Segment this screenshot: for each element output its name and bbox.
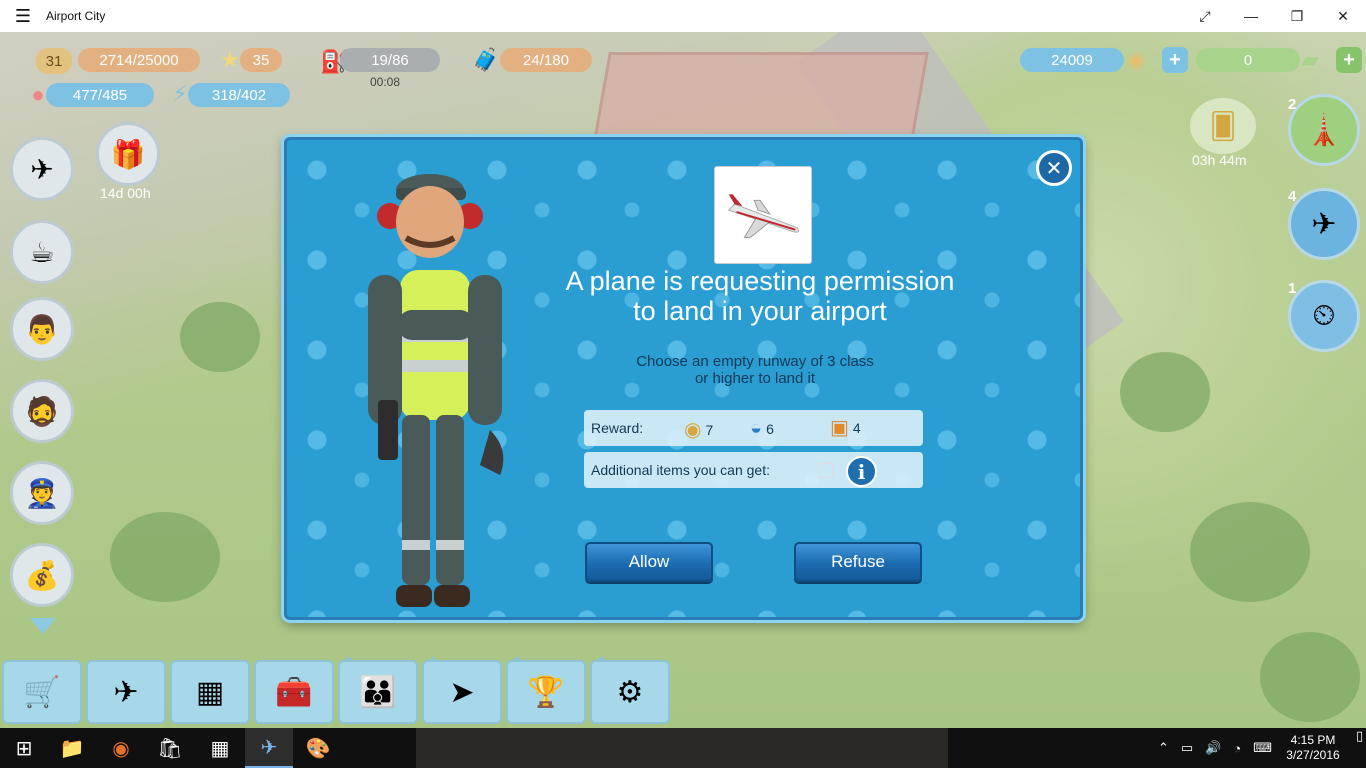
reward-passengers-value: 6 — [766, 420, 774, 437]
level-badge: 31 — [36, 48, 72, 74]
character-avatar-icon[interactable]: 🧔 — [10, 379, 74, 443]
warehouse-button[interactable]: ▦ — [170, 660, 250, 724]
friends-button[interactable]: 👪 — [338, 660, 418, 724]
airdollar-icon: ▰ — [1301, 47, 1319, 72]
calculator-icon[interactable]: ▦ — [196, 728, 244, 768]
taskbar: ⊞ 📁 ◉ 🛍 ▦ ✈ 🎨 ⌃ ▭ 🔊 ◔ ⌨ 4:15 PM 3/27/201… — [0, 728, 1366, 768]
dialog-close-button[interactable]: ✕ — [1036, 150, 1072, 186]
population-counter: 477/485 — [46, 83, 154, 107]
coins-counter: 24009 — [1020, 48, 1124, 72]
airplane-icon — [727, 194, 800, 239]
clock[interactable]: 4:15 PM 3/27/2016 — [1278, 733, 1348, 763]
notification-icon[interactable]: ▯ — [1356, 728, 1366, 768]
tree — [110, 512, 220, 602]
flight-crew-icon[interactable]: ✈ — [10, 137, 74, 201]
buy-airdollars-button[interactable]: + — [1336, 47, 1362, 73]
pilot-avatar-icon[interactable]: 👨 — [10, 297, 74, 361]
airport-city-taskbar-icon[interactable]: ✈ — [245, 728, 293, 768]
close-icon[interactable]: ✕ — [1320, 0, 1366, 32]
wifi-icon[interactable]: ◔ — [1233, 741, 1241, 756]
event-icon[interactable]: 🎁 — [96, 122, 160, 186]
window-title: Airport City — [46, 9, 106, 23]
tree — [1260, 632, 1360, 722]
radar-badge: 4 — [1288, 188, 1297, 205]
fullscreen-icon[interactable]: ⤢ — [1182, 0, 1228, 32]
event-timer: 14d 00h — [100, 185, 151, 201]
system-tray: ⌃ ▭ 🔊 ◔ ⌨ 4:15 PM 3/27/2016 ▯ — [1152, 728, 1366, 768]
coins-icon: ◉ — [684, 419, 702, 441]
mystery-box-icon: ❒ — [817, 460, 835, 483]
windows-start-icon[interactable]: ⊞ — [0, 728, 48, 768]
firefox-icon[interactable]: ◉ — [97, 728, 145, 768]
clock-date: 3/27/2016 — [1286, 748, 1340, 762]
pilot-cap-icon: ◒ — [750, 417, 763, 439]
coffee-icon[interactable]: ☕ — [10, 220, 74, 284]
boost-badge: 1 — [1288, 280, 1297, 297]
volume-icon[interactable]: 🔊 — [1205, 740, 1221, 756]
tower-badge: 2 — [1288, 96, 1297, 113]
coins-icon: ◉ — [1126, 47, 1146, 72]
fuel-counter: 19/86 — [340, 48, 440, 72]
dialog-title-line2: to land in your airport — [633, 296, 887, 326]
ground-crew-character-icon — [368, 174, 504, 607]
stars-counter: 35 — [240, 48, 282, 72]
reward-luggage-value: 4 — [852, 419, 861, 436]
battery-icon[interactable]: ▭ — [1181, 740, 1193, 756]
dialog-title-line1: A plane is requesting permission — [565, 266, 955, 296]
energy-counter: 318/402 — [188, 83, 290, 107]
taskbar-empty-region — [416, 728, 948, 768]
window-controls: ⤢ — ❐ ✕ — [1182, 0, 1366, 32]
leaderboard-button[interactable]: 🏆 — [506, 660, 586, 724]
dialog-title: A plane is requesting permission to land… — [520, 266, 1000, 326]
hamburger-icon[interactable]: ☰ — [0, 0, 46, 32]
planes-button[interactable]: ✈ — [86, 660, 166, 724]
send-button[interactable]: ➤ — [422, 660, 502, 724]
control-tower-icon[interactable]: 🗼 — [1288, 94, 1360, 166]
file-explorer-icon[interactable]: 📁 — [48, 728, 96, 768]
money-bag-icon[interactable]: 💰 — [10, 543, 74, 607]
fuel-timer: 00:08 — [370, 75, 401, 89]
keyboard-icon[interactable]: ⌨ — [1253, 740, 1272, 756]
airdollars-counter: 0 — [1196, 48, 1300, 72]
dialog-subtitle-line1: Choose an empty runway of 3 class — [636, 353, 874, 370]
cargo-counter: 24/180 — [500, 48, 592, 72]
paint-icon[interactable]: 🎨 — [294, 728, 342, 768]
airplane-card — [714, 166, 812, 264]
info-icon[interactable]: i — [846, 456, 877, 487]
restore-icon[interactable]: ❐ — [1274, 0, 1320, 32]
reward-label: Reward: — [591, 420, 644, 436]
treasure-chest-button[interactable]: 🧰 — [254, 660, 334, 724]
settings-gear-button[interactable]: ⚙ — [590, 660, 670, 724]
scroll-down-icon[interactable] — [30, 618, 56, 634]
cargo-icon[interactable]: 🧳 — [468, 42, 504, 78]
experience-counter: 2714/25000 — [78, 48, 200, 72]
cards-icon[interactable]: 🂠 — [1190, 98, 1256, 154]
luggage-icon: ▣ — [830, 417, 849, 439]
dialog-subtitle: Choose an empty runway of 3 class or hig… — [560, 353, 950, 387]
radar-plane-icon[interactable]: ✈ — [1288, 188, 1360, 260]
buy-coins-button[interactable]: + — [1162, 47, 1188, 73]
refuse-button[interactable]: Refuse — [794, 542, 922, 582]
shop-cart-button[interactable]: 🛒 — [2, 660, 82, 724]
reward-passengers: ◒ 6 — [750, 417, 774, 440]
minimize-icon[interactable]: — — [1228, 0, 1274, 32]
dialog-subtitle-line2: or higher to land it — [694, 370, 816, 387]
tree — [180, 302, 260, 372]
cards-timer: 03h 44m — [1192, 152, 1247, 168]
reward-coins-value: 7 — [705, 421, 714, 438]
chevron-up-icon[interactable]: ⌃ — [1158, 740, 1169, 756]
clock-time: 4:15 PM — [1290, 733, 1336, 747]
reward-luggage: ▣ 4 — [830, 415, 861, 440]
additional-items-label: Additional items you can get: — [591, 462, 770, 478]
boost-gauge-icon[interactable]: ⏲ — [1288, 280, 1360, 352]
captain-avatar-icon[interactable]: 👮 — [10, 461, 74, 525]
reward-coins: ◉ 7 — [684, 417, 713, 442]
tree — [1120, 352, 1210, 432]
tree — [1190, 502, 1310, 602]
title-bar: ☰ Airport City ⤢ — ❐ ✕ — [0, 0, 1366, 32]
allow-button[interactable]: Allow — [585, 542, 713, 582]
store-icon[interactable]: 🛍 — [146, 728, 194, 768]
